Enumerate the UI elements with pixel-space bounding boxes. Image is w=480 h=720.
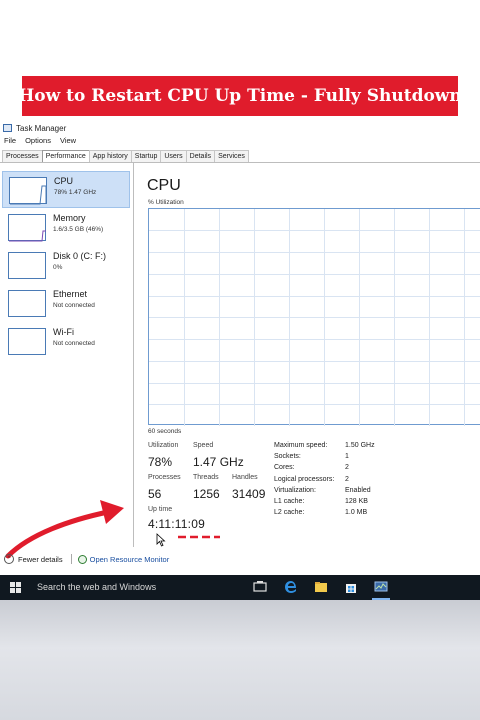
menu-view[interactable]: View [60,136,76,147]
resource-monitor-icon [77,554,87,564]
task-view-icon[interactable] [253,580,267,594]
utilization-value: 78% [148,455,173,469]
screen: How to Restart CPU Up Time - Fully Shutd… [0,0,480,720]
resource-detail: 1.6/3.5 GB (46%) [53,226,104,233]
window-title: Task Manager [16,123,67,133]
tab-startup[interactable]: Startup [130,150,162,162]
resource-wifi[interactable]: Wi-Fi Not connected [2,323,130,360]
mouse-cursor-icon [156,533,166,547]
resource-disk[interactable]: Disk 0 (C: F:) 0% [2,247,130,284]
tab-details[interactable]: Details [185,150,216,162]
spec-logical-value: 2 [345,476,349,483]
spec-cores-label: Cores: [274,464,295,471]
time-axis-label: 60 seconds [148,428,182,435]
tab-app-history[interactable]: App history [88,150,132,162]
tab-services[interactable]: Services [214,150,249,162]
resource-detail: 78% 1.47 GHz [54,189,97,196]
spec-sockets-value: 1 [345,453,349,460]
resource-ethernet[interactable]: Ethernet Not connected [2,285,130,322]
resource-detail: Not connected [53,340,95,347]
tab-users[interactable]: Users [160,150,187,162]
resource-detail: Not connected [53,302,95,309]
speed-label: Speed [193,442,214,449]
utilization-label: Utilization [148,442,179,449]
spec-logical-label: Logical processors: [274,476,335,483]
uptime-value: 4:11:11:09 [148,517,205,531]
handles-label: Handles [232,474,258,481]
spec-max-speed-value: 1.50 GHz [345,442,375,449]
page-title: CPU [147,177,181,194]
resource-name: CPU [54,176,74,186]
spec-cores-value: 2 [345,464,349,471]
resource-name: Memory [53,213,86,223]
windows-taskbar: Search the web and Windows [0,575,480,600]
threads-label: Threads [193,474,219,481]
resource-name: Wi-Fi [53,327,74,337]
red-underline-annotation [178,535,220,539]
spec-l1-value: 128 KB [345,498,368,505]
file-explorer-icon[interactable] [314,580,328,594]
processes-label: Processes [148,474,181,481]
menu-options[interactable]: Options [25,136,51,147]
tab-processes[interactable]: Processes [2,150,43,162]
cpu-utilization-graph [148,208,480,426]
disk-thumbnail-graph [8,252,46,279]
task-manager-icon [3,124,12,132]
uptime-label: Up time [148,506,173,513]
footer-bar: ^ Fewer details Open Resource Monitor [4,553,169,565]
taskbar-search-box[interactable]: Search the web and Windows [37,582,156,592]
resource-name: Disk 0 (C: F:) [53,251,106,261]
spec-sockets-label: Sockets: [274,453,301,460]
ethernet-thumbnail-graph [8,290,46,317]
open-resource-monitor-link[interactable]: Open Resource Monitor [90,555,170,564]
store-icon[interactable] [344,580,358,594]
fewer-details-link[interactable]: Fewer details [18,555,63,564]
spec-virtualization-label: Virtualization: [274,487,316,494]
spec-l2-label: L2 cache: [274,509,305,516]
windows-start-icon[interactable] [10,582,21,593]
spec-virtualization-value: Enabled [345,487,371,494]
spec-l2-value: 1.0 MB [345,509,368,516]
video-title-banner: How to Restart CPU Up Time - Fully Shutd… [18,76,462,116]
video-background-area [0,600,480,720]
red-arrow-annotation [5,500,124,559]
footer-separator [70,554,72,564]
task-manager-taskbar-icon[interactable] [374,580,388,594]
speed-value: 1.47 GHz [193,455,244,469]
edge-browser-icon[interactable] [284,580,298,594]
handles-value: 31409 [232,487,266,501]
resource-name: Ethernet [53,289,88,299]
utilization-axis-label: % Utilization [148,199,184,206]
window-titlebar: Task Manager [3,122,66,134]
resource-memory[interactable]: Memory 1.6/3.5 GB (46%) [2,209,130,246]
spec-max-speed-label: Maximum speed: [274,442,328,449]
banner-text: How to Restart CPU Up Time - Fully Shutd… [18,86,462,106]
resource-detail: 0% [53,264,63,271]
cpu-thumbnail-graph [9,177,47,205]
menu-bar: File Options View [4,136,76,147]
memory-thumbnail-graph [8,214,46,242]
spec-l1-label: L1 cache: [274,498,305,505]
threads-value: 1256 [193,487,220,501]
processes-value: 56 [148,487,162,501]
menu-file[interactable]: File [4,136,16,147]
resource-cpu[interactable]: CPU 78% 1.47 GHz [2,171,130,208]
graph-grid [149,209,480,426]
chevron-up-icon[interactable]: ^ [4,554,14,564]
wifi-thumbnail-graph [8,328,46,355]
